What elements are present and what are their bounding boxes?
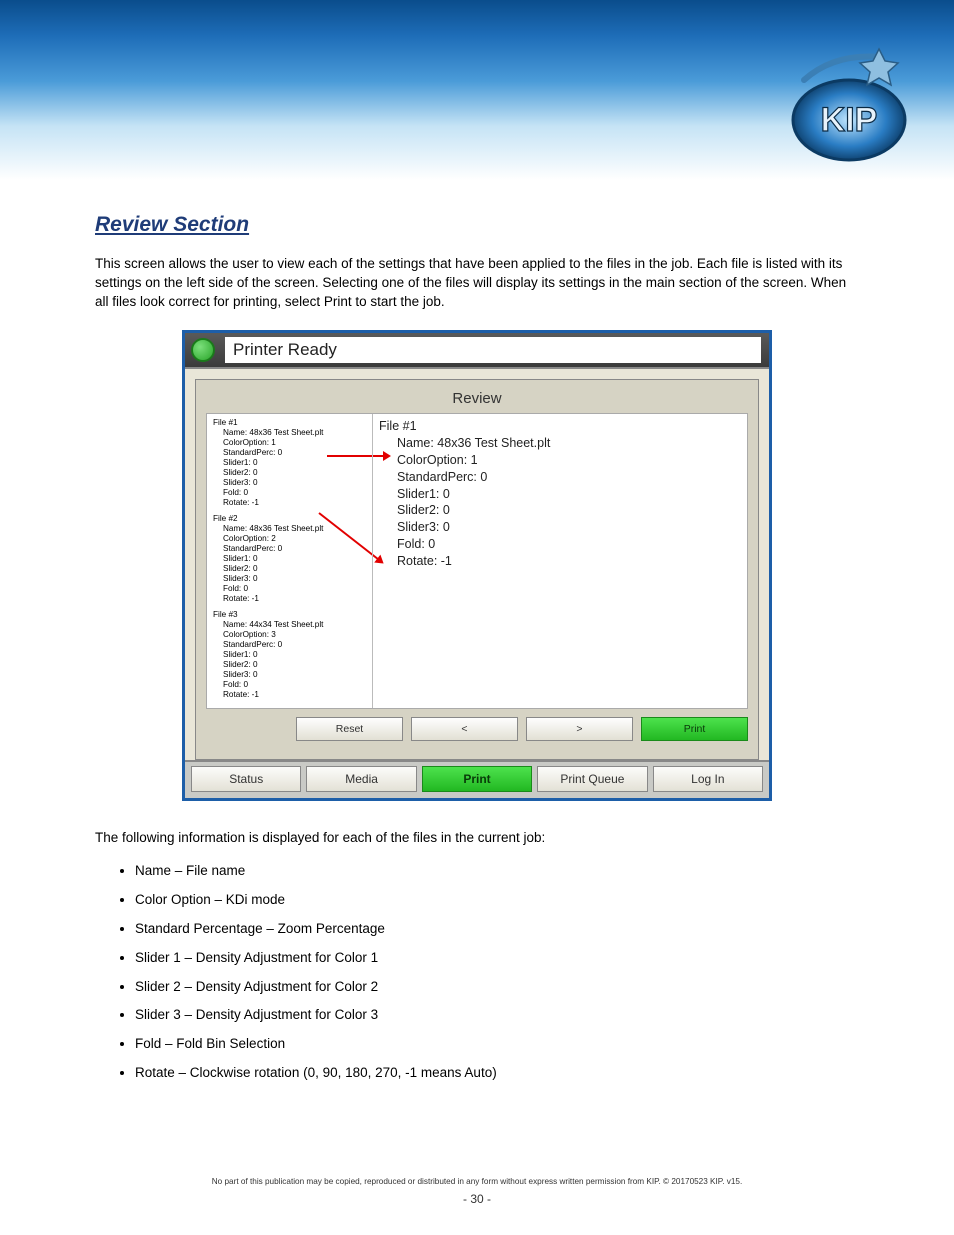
detail-header: File #1 bbox=[379, 418, 739, 435]
file-attr: Slider3: 0 bbox=[213, 670, 366, 680]
nav-print-button[interactable]: Print bbox=[422, 766, 532, 792]
detail-attr: Rotate: -1 bbox=[381, 553, 739, 570]
nav-status-button[interactable]: Status bbox=[191, 766, 301, 792]
file-attr: Fold: 0 bbox=[213, 680, 366, 690]
file-attr: Slider2: 0 bbox=[213, 564, 366, 574]
file-attr: Fold: 0 bbox=[213, 584, 366, 594]
file-attr: Slider2: 0 bbox=[213, 468, 366, 478]
list-item: Slider 2 – Density Adjustment for Color … bbox=[135, 978, 859, 997]
file-attr: Slider1: 0 bbox=[213, 554, 366, 564]
reset-button[interactable]: Reset bbox=[296, 717, 403, 741]
file-attr: StandardPerc: 0 bbox=[213, 640, 366, 650]
file-attr: StandardPerc: 0 bbox=[213, 544, 366, 554]
list-item: Slider 1 – Density Adjustment for Color … bbox=[135, 949, 859, 968]
detail-attr: Slider2: 0 bbox=[381, 502, 739, 519]
file-attr: Slider3: 0 bbox=[213, 478, 366, 488]
page-body: Review Section This screen allows the us… bbox=[0, 180, 954, 1083]
review-content: File #1 Name: 48x36 Test Sheet.plt Color… bbox=[206, 413, 748, 709]
file-attr: Slider1: 0 bbox=[213, 650, 366, 660]
app-screenshot: Printer Ready Review File #1 Name: 48x36… bbox=[182, 330, 772, 801]
file-attr: Name: 48x36 Test Sheet.plt bbox=[213, 428, 366, 438]
bottom-nav: Status Media Print Print Queue Log In bbox=[185, 760, 769, 798]
nav-queue-button[interactable]: Print Queue bbox=[537, 766, 647, 792]
nav-media-button[interactable]: Media bbox=[306, 766, 416, 792]
page-footer: No part of this publication may be copie… bbox=[0, 1176, 954, 1207]
file-attr: Fold: 0 bbox=[213, 488, 366, 498]
window-titlebar: Printer Ready bbox=[185, 333, 769, 369]
list-item: Fold – Fold Bin Selection bbox=[135, 1035, 859, 1054]
file-attr: ColorOption: 3 bbox=[213, 630, 366, 640]
detail-attr: ColorOption: 1 bbox=[381, 452, 739, 469]
list-item: Slider 3 – Density Adjustment for Color … bbox=[135, 1006, 859, 1025]
intro-paragraph: This screen allows the user to view each… bbox=[95, 255, 859, 312]
file-header: File #3 bbox=[213, 610, 366, 620]
file-attr: ColorOption: 1 bbox=[213, 438, 366, 448]
svg-text:KIP: KIP bbox=[821, 101, 878, 139]
file-attr: Slider3: 0 bbox=[213, 574, 366, 584]
list-item: Color Option – KDi mode bbox=[135, 891, 859, 910]
list-item: Rotate – Clockwise rotation (0, 90, 180,… bbox=[135, 1064, 859, 1083]
file-header: File #1 bbox=[213, 418, 366, 428]
next-button[interactable]: > bbox=[526, 717, 633, 741]
detail-attr: Fold: 0 bbox=[381, 536, 739, 553]
page-number: - 30 - bbox=[0, 1191, 954, 1207]
list-item[interactable]: File #2 Name: 48x36 Test Sheet.plt Color… bbox=[213, 514, 366, 604]
copyright-line: No part of this publication may be copie… bbox=[0, 1176, 954, 1187]
file-attr: Slider2: 0 bbox=[213, 660, 366, 670]
nav-login-button[interactable]: Log In bbox=[653, 766, 763, 792]
detail-attr: Slider3: 0 bbox=[381, 519, 739, 536]
print-button[interactable]: Print bbox=[641, 717, 748, 741]
file-attr: Name: 44x34 Test Sheet.plt bbox=[213, 620, 366, 630]
file-attr: ColorOption: 2 bbox=[213, 534, 366, 544]
kip-logo: KIP bbox=[779, 35, 914, 170]
file-list-column[interactable]: File #1 Name: 48x36 Test Sheet.plt Color… bbox=[207, 414, 372, 708]
review-panel: Review File #1 Name: 48x36 Test Sheet.pl… bbox=[195, 379, 759, 760]
list-item: Name – File name bbox=[135, 862, 859, 881]
section-title: Review Section bbox=[95, 210, 859, 239]
window-title: Printer Ready bbox=[225, 337, 761, 363]
page-header-band: KIP bbox=[0, 0, 954, 180]
file-attr: Slider1: 0 bbox=[213, 458, 366, 468]
detail-attr: Name: 48x36 Test Sheet.plt bbox=[381, 435, 739, 452]
file-attr: Rotate: -1 bbox=[213, 498, 366, 508]
status-ok-icon bbox=[191, 338, 215, 362]
file-attr: Rotate: -1 bbox=[213, 690, 366, 700]
list-item: Standard Percentage – Zoom Percentage bbox=[135, 920, 859, 939]
list-item[interactable]: File #1 Name: 48x36 Test Sheet.plt Color… bbox=[213, 418, 366, 508]
file-attr: Rotate: -1 bbox=[213, 594, 366, 604]
action-row: Reset < > Print bbox=[196, 709, 758, 749]
info-line: The following information is displayed f… bbox=[95, 829, 859, 848]
detail-attr: Slider1: 0 bbox=[381, 486, 739, 503]
panel-title: Review bbox=[196, 380, 758, 413]
file-header: File #2 bbox=[213, 514, 366, 524]
detail-attr: StandardPerc: 0 bbox=[381, 469, 739, 486]
prev-button[interactable]: < bbox=[411, 717, 518, 741]
file-detail-column: File #1 Name: 48x36 Test Sheet.plt Color… bbox=[372, 414, 747, 708]
list-item[interactable]: File #3 Name: 44x34 Test Sheet.plt Color… bbox=[213, 610, 366, 700]
attribute-list: Name – File name Color Option – KDi mode… bbox=[135, 862, 859, 1083]
